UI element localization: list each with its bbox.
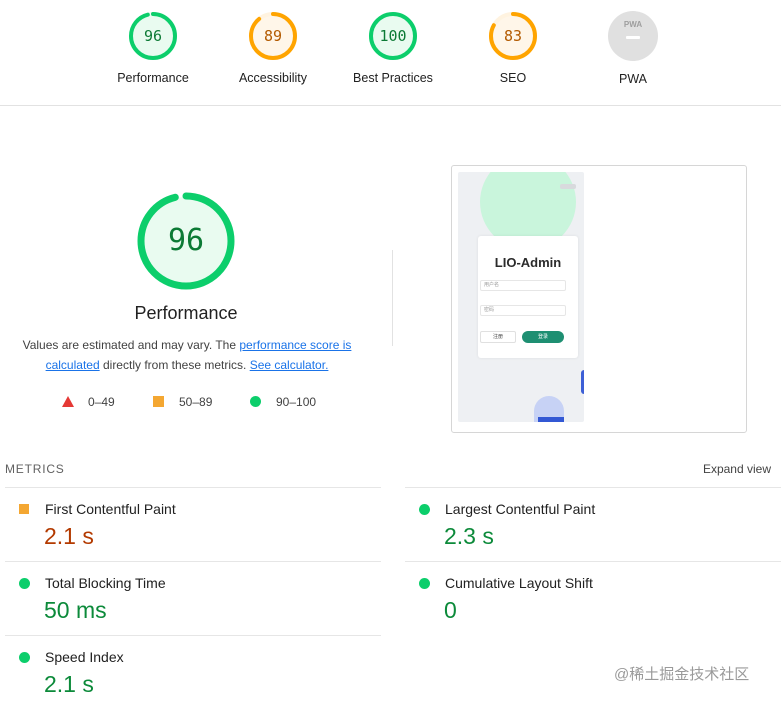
- metric-value: 2.1 s: [44, 523, 94, 549]
- gauge-ring: 96: [127, 10, 179, 62]
- gauge-performance[interactable]: 96 Performance: [98, 10, 208, 85]
- gauge-label: SEO: [499, 71, 527, 85]
- performance-score: 96: [167, 223, 205, 258]
- square-icon: [153, 396, 164, 407]
- performance-description: Values are estimated and may vary. The p…: [16, 335, 358, 375]
- gauge-best-practices[interactable]: 100 Best Practices: [338, 10, 448, 85]
- screenshot-register-button: 注册: [480, 331, 516, 343]
- expand-view-toggle[interactable]: Expand view: [703, 462, 771, 476]
- metric-name: First Contentful Paint: [45, 501, 176, 517]
- metric-total-blocking-time[interactable]: Total Blocking Time 50 ms: [5, 561, 381, 635]
- square-icon: [19, 504, 29, 514]
- metric-value: 50 ms: [44, 597, 107, 623]
- gauge-label: PWA: [618, 72, 647, 86]
- metric-name: Largest Contentful Paint: [445, 501, 596, 517]
- metric-value: 2.1 s: [44, 671, 94, 697]
- metric-name: Cumulative Layout Shift: [445, 575, 593, 591]
- metric-value: 2.3 s: [444, 523, 494, 549]
- metric-speed-index[interactable]: Speed Index 2.1 s: [5, 635, 381, 703]
- gauge-score: 89: [263, 27, 283, 45]
- gauge-score: 96: [143, 27, 163, 45]
- legend-range: 90–100: [276, 395, 317, 409]
- screenshot-side-tab: [581, 370, 584, 394]
- gauge-label: Performance: [117, 71, 189, 85]
- circle-icon: [419, 504, 430, 515]
- category-gauges-bar: 96 Performance 89 Accessibility 100 Best…: [0, 0, 781, 106]
- gauge-ring: PWA: [607, 11, 659, 63]
- legend-range: 0–49: [88, 395, 115, 409]
- username-field: 用户名: [480, 280, 566, 291]
- metric-name: Total Blocking Time: [45, 575, 166, 591]
- performance-gauge: 96: [136, 191, 236, 291]
- gauge-ring: 89: [247, 10, 299, 62]
- gauge-ring: 83: [487, 10, 539, 62]
- pwa-badge-icon: PWA: [608, 11, 658, 61]
- circle-icon: [419, 578, 430, 589]
- performance-title: Performance: [134, 303, 238, 323]
- gauge-score: 100: [379, 27, 407, 45]
- circle-icon: [19, 652, 30, 663]
- password-field: 密码: [480, 305, 566, 316]
- circle-icon: [250, 396, 261, 407]
- metric-cumulative-layout-shift[interactable]: Cumulative Layout Shift 0: [405, 561, 781, 635]
- gauge-seo[interactable]: 83 SEO: [458, 10, 568, 85]
- watermark-text: @稀土掘金技术社区: [614, 666, 750, 683]
- screenshot-topbar: [560, 184, 576, 189]
- gauge-label: Accessibility: [238, 71, 308, 85]
- screenshot-login-button: 登录: [522, 331, 564, 343]
- metric-value: 0: [444, 597, 457, 623]
- gauge-label: Best Practices: [353, 71, 433, 85]
- desc-text: Values are estimated and may vary. The: [22, 338, 240, 352]
- desc-text: directly from these metrics.: [99, 358, 250, 372]
- screenshot-image: LIO-Admin 用户名 密码: [458, 172, 584, 422]
- pwa-dash-icon: [626, 36, 640, 39]
- login-title: LIO-Admin: [494, 255, 562, 270]
- pwa-badge-text: PWA: [623, 20, 643, 29]
- metrics-header: METRICS: [5, 462, 65, 476]
- gauge-pwa[interactable]: PWA PWA: [578, 10, 688, 86]
- screenshot-bottom-bar: [538, 417, 564, 422]
- gauge-ring: 100: [367, 10, 419, 62]
- gauge-score: 83: [503, 27, 523, 45]
- metric-name: Speed Index: [45, 649, 124, 665]
- divider: [392, 250, 393, 346]
- circle-icon: [19, 578, 30, 589]
- see-calculator-link[interactable]: See calculator.: [250, 358, 329, 372]
- triangle-icon: [62, 396, 74, 407]
- legend-range: 50–89: [179, 395, 213, 409]
- metric-first-contentful-paint[interactable]: First Contentful Paint 2.1 s: [5, 487, 381, 561]
- final-screenshot[interactable]: LIO-Admin 用户名 密码 注册 登录: [451, 165, 747, 433]
- gauge-accessibility[interactable]: 89 Accessibility: [218, 10, 328, 85]
- metric-largest-contentful-paint[interactable]: Largest Contentful Paint 2.3 s: [405, 487, 781, 561]
